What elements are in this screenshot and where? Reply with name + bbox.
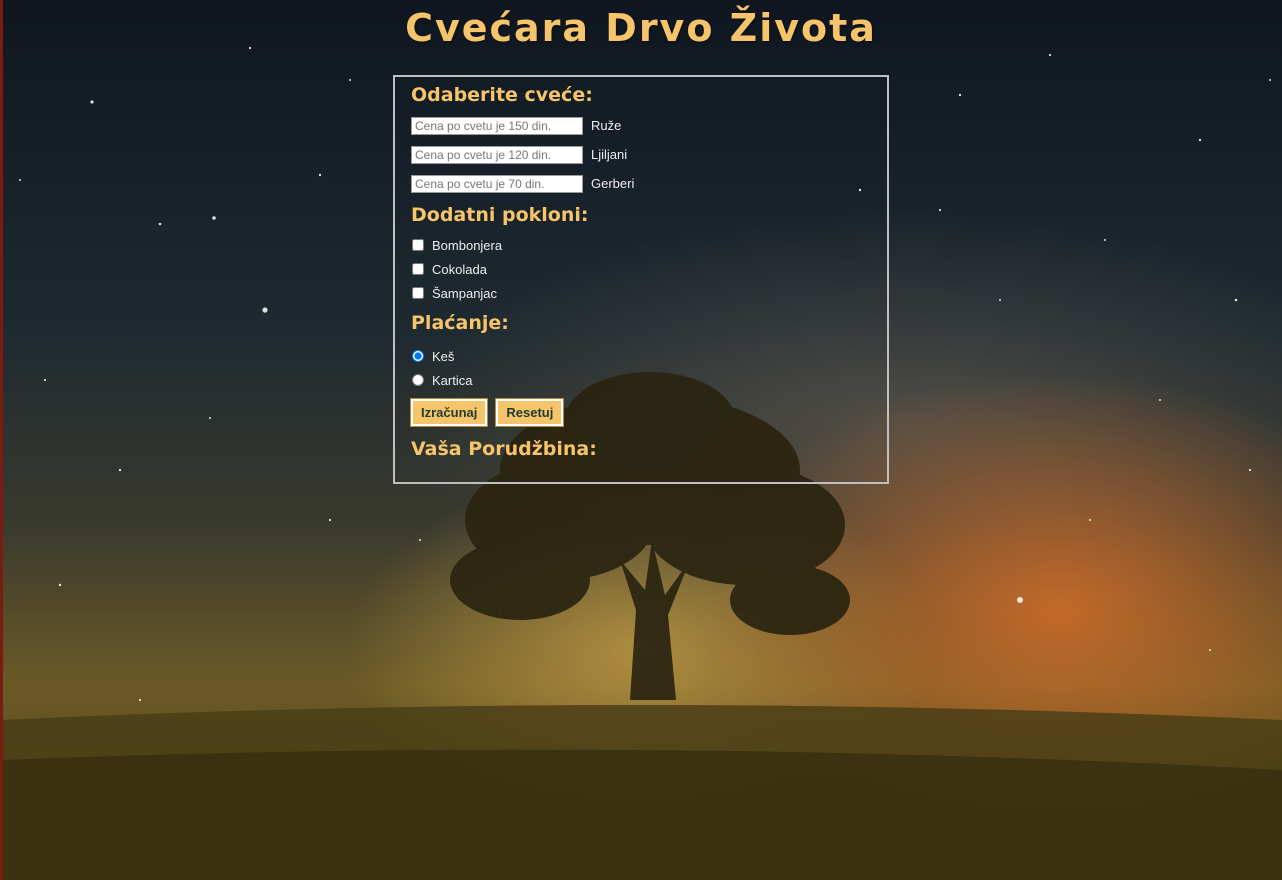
flower-row-gerberas: Gerberi	[411, 169, 871, 198]
calculate-button[interactable]: Izračunaj	[411, 399, 488, 426]
gerberas-label: Gerberi	[591, 176, 635, 191]
gift-option-bonbonniere[interactable]: Bombonjera	[411, 233, 871, 257]
order-summary-title: Vaša Porudžbina:	[411, 438, 597, 460]
lilies-quantity-input[interactable]	[411, 145, 583, 164]
champagne-checkbox[interactable]	[412, 287, 424, 299]
order-form: Odaberite cveće: Ruže Ljiljani Gerberi D…	[393, 75, 889, 484]
bonbonniere-label: Bombonjera	[432, 237, 503, 253]
payment-section-title: Plaćanje:	[411, 312, 509, 334]
champagne-label: Šampanjac	[432, 285, 498, 301]
chocolate-label: Cokolada	[432, 261, 487, 277]
flower-row-roses: Ruže	[411, 111, 871, 140]
page-title: Cvećara Drvo Života	[405, 6, 877, 50]
action-buttons: Izračunaj Resetuj	[411, 399, 871, 426]
gift-option-champagne[interactable]: Šampanjac	[411, 281, 871, 305]
bonbonniere-checkbox[interactable]	[412, 239, 424, 251]
left-edge-strip	[0, 0, 3, 880]
reset-button[interactable]: Resetuj	[496, 399, 564, 426]
cash-label: Keš	[432, 348, 455, 364]
flower-row-lilies: Ljiljani	[411, 140, 871, 169]
flowers-section-title: Odaberite cveće:	[411, 84, 593, 106]
payment-option-cash[interactable]: Keš	[411, 344, 871, 368]
chocolate-checkbox[interactable]	[412, 263, 424, 275]
payment-option-card[interactable]: Kartica	[411, 368, 871, 392]
lilies-label: Ljiljani	[591, 147, 628, 162]
gifts-section-title: Dodatni pokloni:	[411, 204, 589, 226]
gerberas-quantity-input[interactable]	[411, 174, 583, 193]
card-radio[interactable]	[412, 374, 424, 386]
roses-label: Ruže	[591, 118, 622, 133]
roses-quantity-input[interactable]	[411, 116, 583, 135]
cash-radio[interactable]	[412, 350, 424, 362]
gift-option-chocolate[interactable]: Cokolada	[411, 257, 871, 281]
card-label: Kartica	[432, 372, 473, 388]
